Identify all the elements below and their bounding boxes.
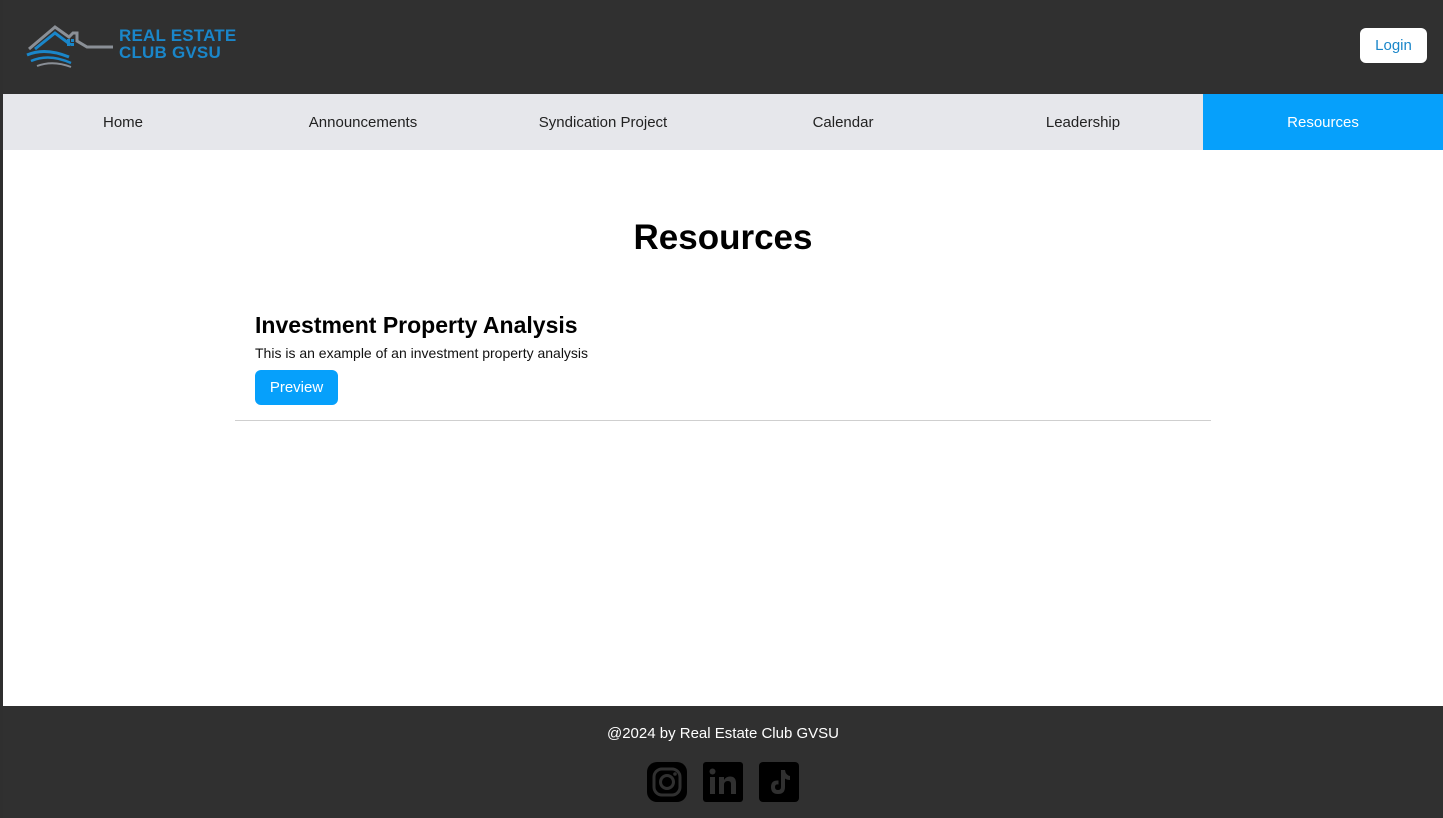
resource-item: Investment Property Analysis This is an … <box>235 310 1211 421</box>
nav-item-announcements[interactable]: Announcements <box>243 94 483 150</box>
logo-line-2: CLUB GVSU <box>119 43 221 62</box>
nav-item-calendar[interactable]: Calendar <box>723 94 963 150</box>
social-links <box>647 762 799 802</box>
logo-text: REAL ESTATE CLUB GVSU <box>119 27 236 61</box>
site-header: REAL ESTATE CLUB GVSU Login <box>3 0 1443 94</box>
page-title: Resources <box>633 218 813 257</box>
resource-description: This is an example of an investment prop… <box>255 345 589 361</box>
main-nav: Home Announcements Syndication Project C… <box>3 94 1443 150</box>
nav-item-resources[interactable]: Resources <box>1203 94 1443 150</box>
site-footer: @2024 by Real Estate Club GVSU <box>3 706 1443 818</box>
logo-line-1: REAL ESTATE <box>119 26 237 45</box>
instagram-link[interactable] <box>647 762 687 802</box>
linkedin-icon <box>703 762 743 802</box>
club-logo[interactable]: REAL ESTATE CLUB GVSU <box>25 18 245 70</box>
house-logo-icon <box>26 25 113 68</box>
linkedin-link[interactable] <box>703 762 743 802</box>
copyright-text: @2024 by Real Estate Club GVSU <box>606 725 839 742</box>
resource-title: Investment Property Analysis <box>255 312 578 338</box>
preview-button[interactable]: Preview <box>255 370 338 405</box>
tiktok-link[interactable] <box>759 762 799 802</box>
login-button[interactable]: Login <box>1360 28 1427 63</box>
instagram-icon <box>647 762 687 802</box>
nav-item-home[interactable]: Home <box>3 94 243 150</box>
nav-item-leadership[interactable]: Leadership <box>963 94 1203 150</box>
page: REAL ESTATE CLUB GVSU Login Home Announc… <box>3 0 1443 818</box>
tiktok-icon <box>759 762 799 802</box>
nav-item-syndication-project[interactable]: Syndication Project <box>483 94 723 150</box>
